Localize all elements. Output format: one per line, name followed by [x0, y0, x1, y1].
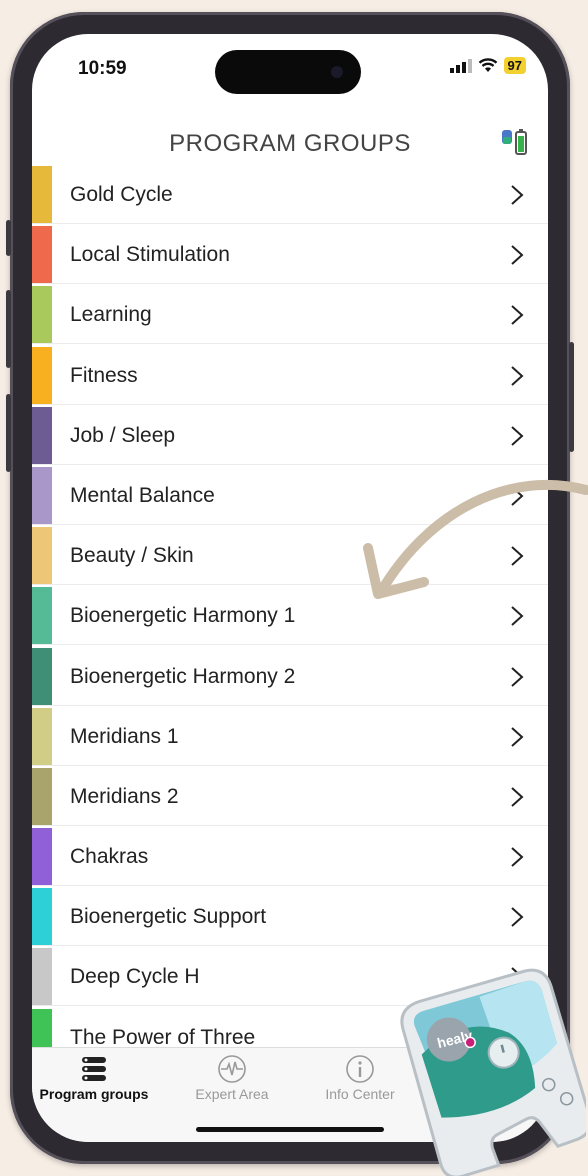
group-label: Bioenergetic Harmony 1: [70, 604, 296, 628]
group-color-swatch: [32, 166, 52, 223]
healy-device-image: healy: [400, 968, 586, 1176]
volume-down-button: [6, 394, 11, 472]
program-group-row[interactable]: Job / Sleep: [32, 406, 548, 465]
group-label: Chakras: [70, 845, 149, 869]
chevron-right-icon: [511, 907, 524, 927]
dynamic-island: [215, 50, 361, 94]
group-label: Learning: [70, 303, 152, 327]
group-color-swatch: [32, 707, 52, 765]
group-color-swatch: [32, 828, 52, 886]
group-color-swatch: [32, 466, 52, 524]
tab-program-groups[interactable]: Program groups: [32, 1054, 164, 1102]
group-label: Meridians 1: [70, 724, 179, 748]
list-icon: [82, 1057, 106, 1081]
group-label: Local Stimulation: [70, 243, 230, 267]
program-group-row[interactable]: Local Stimulation: [32, 226, 548, 285]
group-color-swatch: [32, 406, 52, 464]
mute-switch: [6, 220, 11, 256]
group-color-swatch: [32, 226, 52, 284]
program-group-row[interactable]: Gold Cycle: [32, 166, 548, 224]
chevron-right-icon: [511, 365, 524, 386]
group-label: Bioenergetic Support: [70, 905, 267, 929]
group-label: Gold Cycle: [70, 183, 173, 206]
wifi-icon: [478, 58, 497, 72]
program-group-row[interactable]: Meridians 1: [32, 707, 548, 766]
group-label: Fitness: [70, 363, 138, 387]
status-bar: 10:59 97: [32, 34, 548, 114]
power-button: [569, 342, 574, 452]
group-color-swatch: [32, 527, 52, 585]
group-color-swatch: [32, 587, 52, 645]
group-label: Mental Balance: [70, 483, 215, 507]
tab-label: Expert Area: [195, 1086, 269, 1102]
program-group-row[interactable]: Learning: [32, 286, 548, 345]
program-group-list: Gold Cycle Local Stimulation Learning Fitne…: [32, 166, 548, 1069]
chevron-right-icon: [511, 666, 524, 687]
group-color-swatch: [32, 286, 52, 344]
header: PROGRAM GROUPS: [32, 118, 548, 164]
group-label: Bioenergetic Harmony 2: [70, 664, 296, 688]
chevron-right-icon: [511, 185, 524, 205]
volume-up-button: [6, 290, 11, 368]
tab-label: Program groups: [39, 1086, 149, 1102]
device-connection-icon[interactable]: [500, 126, 530, 156]
group-color-swatch: [32, 888, 52, 946]
group-label: Beauty / Skin: [70, 544, 194, 568]
tab-expert-area[interactable]: Expert Area: [162, 1054, 302, 1102]
group-label: Deep Cycle H: [70, 965, 200, 989]
program-group-row[interactable]: Fitness: [32, 346, 548, 405]
chevron-right-icon: [511, 305, 524, 326]
chevron-right-icon: [511, 245, 524, 265]
status-indicators: 97: [449, 57, 526, 74]
chevron-right-icon: [511, 726, 524, 747]
program-group-row[interactable]: Bioenergetic Support: [32, 888, 548, 947]
page-title: PROGRAM GROUPS: [169, 130, 411, 157]
info-icon: [346, 1055, 374, 1083]
home-indicator: [196, 1127, 384, 1132]
program-group-row[interactable]: Meridians 2: [32, 767, 548, 826]
group-color-swatch: [32, 647, 52, 705]
group-label: Job / Sleep: [70, 423, 176, 447]
battery-indicator: 97: [503, 57, 526, 74]
camera-icon: [331, 66, 343, 78]
group-color-swatch: [32, 767, 52, 825]
signal-icon: [449, 58, 472, 73]
group-label: Meridians 2: [70, 784, 179, 808]
chevron-right-icon: [511, 426, 524, 446]
group-color-swatch: [32, 346, 52, 404]
chevron-right-icon: [511, 847, 524, 867]
chevron-right-icon: [511, 787, 524, 807]
pulse-icon: [218, 1055, 246, 1083]
status-time: 10:59: [78, 58, 127, 79]
program-group-row[interactable]: Bioenergetic Harmony 2: [32, 647, 548, 706]
program-group-row[interactable]: Chakras: [32, 828, 548, 887]
group-color-swatch: [32, 948, 52, 1006]
curved-arrow-annotation: [363, 479, 588, 599]
